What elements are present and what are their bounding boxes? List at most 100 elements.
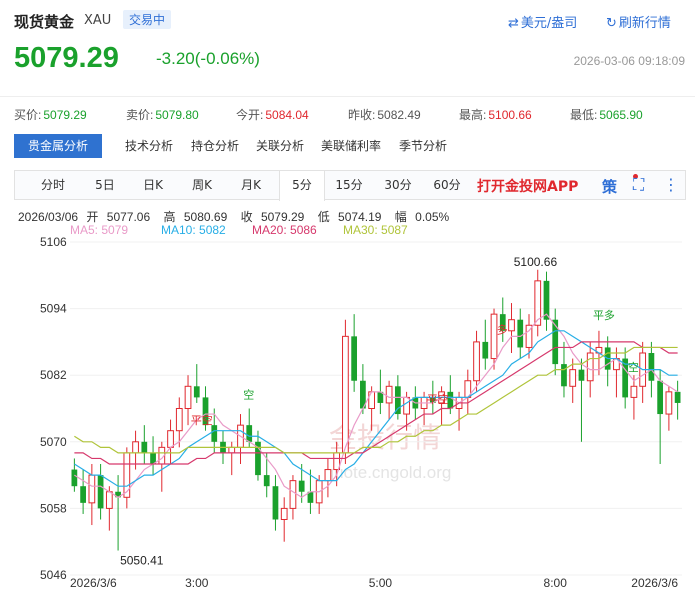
candle-body: [97, 475, 104, 509]
refresh-quote-button[interactable]: ↻ 刷新行情: [606, 12, 671, 31]
candle: [123, 447, 131, 509]
stat-bid: 买价: 5079.29: [14, 108, 87, 122]
candle-body: [184, 385, 192, 410]
high-price-label: 5100.66: [514, 255, 558, 269]
candle-body: [280, 507, 288, 520]
signal-marker: 平空: [427, 392, 449, 406]
x-tick-label: 5:00: [369, 576, 393, 590]
currency-toggle-button[interactable]: ⇄ 美元/盎司: [508, 12, 577, 31]
candle-body: [351, 336, 358, 381]
candle-body: [324, 469, 332, 482]
candle-body: [193, 386, 200, 398]
refresh-icon: ↻: [606, 16, 617, 31]
period-tab-30min[interactable]: 30分: [376, 171, 420, 201]
x-tick-label: 2026/3/6: [631, 576, 678, 590]
tab-technical-analysis[interactable]: 技术分析: [118, 134, 180, 158]
signal-marker: 空: [628, 360, 639, 374]
period-tab-5day[interactable]: 5日: [83, 171, 127, 201]
tab-correlation-analysis[interactable]: 关联分析: [249, 134, 311, 158]
stat-ask: 卖价: 5079.80: [126, 108, 199, 122]
signal-marker: 平空: [191, 413, 213, 427]
candle: [289, 475, 297, 520]
candle-body: [289, 480, 297, 509]
period-tab-weekly[interactable]: 周K: [180, 171, 224, 201]
candle: [604, 336, 611, 387]
price-change: -3.20(-0.06%): [156, 49, 260, 68]
period-tab-5min[interactable]: 5分: [279, 171, 325, 201]
y-tick-label: 5094: [40, 302, 67, 316]
candle-body: [88, 474, 96, 504]
candle-body: [167, 430, 174, 448]
open-app-link[interactable]: 打开金投网APP: [477, 176, 578, 196]
quote-stats-bar: 买价: 5079.29 卖价: 5079.80 今开: 5084.04 昨收: 5082…: [0, 96, 695, 126]
candle: [464, 369, 472, 415]
y-tick-label: 5070: [40, 435, 67, 449]
more-menu-icon[interactable]: ⋮: [663, 175, 679, 194]
candle: [674, 380, 681, 420]
candle: [80, 469, 86, 514]
candle-body: [228, 446, 236, 454]
instrument-title: 现货黄金: [14, 13, 75, 31]
candle: [280, 497, 288, 542]
candle-body: [552, 319, 559, 365]
candle-body: [298, 480, 305, 492]
candle-body: [561, 364, 567, 387]
candle: [97, 464, 104, 520]
ohlc-amplitude: 幅 0.05%: [394, 210, 450, 224]
fullscreen-icon[interactable]: ⛶: [633, 175, 644, 195]
tab-position-analysis[interactable]: 持仓分析: [184, 134, 246, 158]
stat-open: 今开: 5084.04: [236, 108, 309, 122]
x-tick-label: 3:00: [185, 576, 209, 590]
stat-low: 最低: 5065.90: [570, 108, 643, 122]
candle-body: [648, 353, 655, 381]
candle-body: [342, 335, 349, 454]
candle: [141, 425, 148, 464]
swap-icon: ⇄: [508, 16, 519, 31]
candle-body: [246, 425, 253, 442]
strategy-button[interactable]: 策: [602, 176, 617, 197]
candle: [272, 475, 279, 531]
candle: [385, 380, 393, 420]
candle: [622, 347, 629, 409]
candle: [639, 341, 647, 403]
signal-marker: 空: [243, 388, 254, 402]
tab-fed-rate[interactable]: 美联储利率: [314, 134, 388, 158]
candle-body: [517, 319, 524, 348]
candle: [263, 452, 270, 498]
tab-seasonal-analysis[interactable]: 季节分析: [392, 134, 454, 158]
candle-body: [569, 369, 577, 387]
period-tab-15min[interactable]: 15分: [327, 171, 371, 201]
ohlc-high: 高 5080.69: [163, 210, 228, 224]
candle: [482, 319, 489, 370]
candle: [473, 330, 480, 392]
current-price: 5079.29: [14, 42, 119, 74]
candle-body: [71, 469, 78, 487]
y-tick-label: 5106: [40, 235, 67, 249]
candle: [237, 414, 244, 464]
period-tab-60min[interactable]: 60分: [425, 171, 469, 201]
x-tick-label: 8:00: [544, 576, 568, 590]
candle-body: [211, 425, 218, 442]
period-tab-monthly[interactable]: 月K: [229, 171, 273, 201]
candle-body: [80, 486, 86, 503]
ohlc-date: 2026/03/06: [18, 210, 79, 224]
tab-precious-metals-analysis[interactable]: 贵金属分析: [14, 134, 103, 158]
period-tab-intraday[interactable]: 分时: [31, 171, 75, 201]
candle-body: [123, 452, 131, 498]
candle-body: [368, 391, 375, 410]
y-tick-label: 5046: [40, 568, 67, 582]
candle: [508, 303, 515, 353]
period-tab-daily[interactable]: 日K: [131, 171, 175, 201]
ohlc-open: 开 5077.06: [86, 210, 151, 224]
candle-body: [578, 369, 585, 381]
x-tick-label: 2026/3/6: [70, 576, 117, 590]
candle-body: [665, 391, 673, 415]
candle-body: [141, 441, 148, 453]
candle: [665, 386, 673, 431]
candle-body: [272, 486, 279, 520]
y-tick-label: 5058: [40, 501, 67, 515]
candlestick-chart[interactable]: 金投行情quote.cngold.org51065094508250705058…: [0, 232, 695, 592]
candle: [613, 347, 620, 398]
stat-high: 最高: 5100.66: [459, 108, 532, 122]
candle: [578, 358, 585, 442]
